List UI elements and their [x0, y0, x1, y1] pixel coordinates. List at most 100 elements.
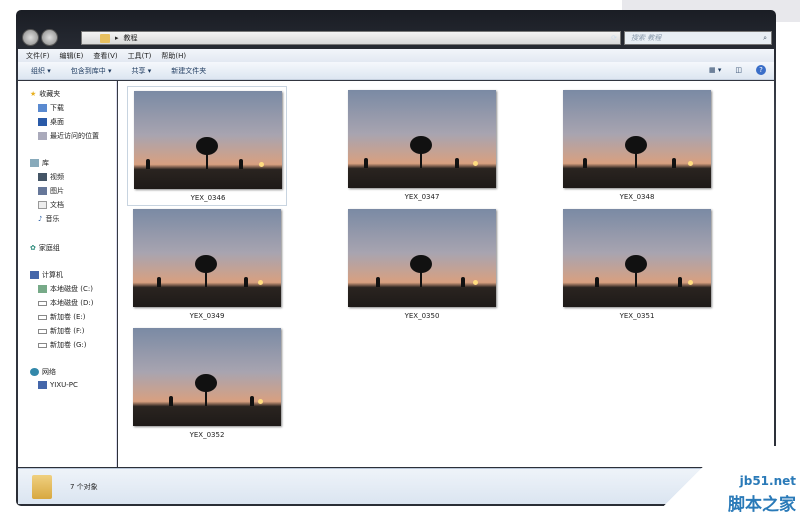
nav-computer[interactable]: 计算机: [30, 270, 63, 280]
address-bar[interactable]: ▸ 教程: [81, 31, 621, 45]
image-thumbnail: [563, 209, 711, 307]
label: 家庭组: [38, 244, 60, 252]
nav-drive-f[interactable]: 新加卷 (F:): [38, 326, 85, 336]
refresh-button[interactable]: ⟳: [606, 31, 622, 45]
nav-network[interactable]: 网络: [30, 367, 56, 377]
file-name: YEX_0349: [189, 312, 225, 320]
chevron-right-icon: ▸: [115, 34, 119, 42]
share-button[interactable]: 共享 ▾: [132, 66, 152, 76]
menu-edit[interactable]: 编辑(E): [60, 51, 84, 61]
preview-pane-icon[interactable]: ◫: [735, 66, 742, 74]
file-item[interactable]: YEX_0348: [557, 86, 717, 206]
new-folder-button[interactable]: 新建文件夹: [171, 66, 206, 76]
nav-drive-g[interactable]: 新加卷 (G:): [38, 340, 86, 350]
file-item[interactable]: YEX_0350: [342, 205, 502, 325]
label: 网络: [42, 368, 56, 376]
nav-music[interactable]: ♪ 音乐: [38, 214, 59, 224]
runner: [250, 396, 254, 406]
runner: [678, 277, 682, 287]
nav-recent[interactable]: 最近访问的位置: [38, 131, 99, 141]
pictures-icon: [38, 187, 47, 195]
file-name: YEX_0351: [619, 312, 655, 320]
nav-desktop[interactable]: 桌面: [38, 117, 64, 127]
label: 新加卷 (E:): [50, 313, 86, 321]
file-item[interactable]: YEX_0347: [342, 86, 502, 206]
nav-pc[interactable]: YIXU-PC: [38, 381, 78, 389]
tree-trunk: [205, 269, 207, 287]
back-button[interactable]: [22, 29, 39, 46]
sun: [259, 162, 264, 167]
sun: [473, 161, 478, 166]
label: 库: [42, 159, 49, 167]
file-name: YEX_0352: [189, 431, 225, 439]
tree-trunk: [420, 269, 422, 287]
label: 文档: [50, 201, 64, 209]
file-item[interactable]: YEX_0352: [127, 324, 287, 444]
include-in-library-button[interactable]: 包含到库中 ▾: [71, 66, 112, 76]
nav-homegroup[interactable]: ✿ 家庭组: [30, 243, 60, 253]
view-options-icon[interactable]: ▦ ▾: [709, 66, 721, 74]
file-name: YEX_0350: [404, 312, 440, 320]
label: 新加卷 (F:): [50, 327, 85, 335]
file-name: YEX_0347: [404, 193, 440, 201]
file-list: YEX_0346 YEX_0347 YEX_0348 YEX_0349 YEX_0350…: [118, 81, 774, 467]
label: 视频: [50, 173, 64, 181]
nav-favorites[interactable]: ★ 收藏夹: [30, 89, 60, 99]
tree-trunk: [206, 151, 208, 169]
file-item[interactable]: YEX_0346: [127, 86, 287, 206]
tree-trunk: [635, 269, 637, 287]
search-icon[interactable]: ⌕: [763, 32, 767, 44]
image-thumbnail: [563, 90, 711, 188]
drive-icon: [38, 328, 47, 334]
image-thumbnail: [348, 90, 496, 188]
computer-icon: [30, 271, 39, 279]
sun: [473, 280, 478, 285]
image-thumbnail: [133, 209, 281, 307]
nav-downloads[interactable]: 下载: [38, 103, 64, 113]
sun: [688, 161, 693, 166]
file-item[interactable]: YEX_0351: [557, 205, 717, 325]
label: 最近访问的位置: [50, 132, 99, 140]
folder-icon: [32, 474, 52, 499]
runner: [461, 277, 465, 287]
label: 新加卷 (G:): [50, 341, 87, 349]
file-name: YEX_0348: [619, 193, 655, 201]
organize-button[interactable]: 组织 ▾: [31, 66, 51, 76]
nav-videos[interactable]: 视频: [38, 172, 64, 182]
documents-icon: [38, 201, 47, 209]
runner: [455, 158, 459, 168]
sun: [258, 280, 263, 285]
nav-documents[interactable]: 文档: [38, 200, 64, 210]
label: 下载: [50, 104, 64, 112]
drive-icon: [38, 285, 47, 293]
watermark-site: jb51.net: [739, 474, 796, 488]
menu-file[interactable]: 文件(F): [26, 51, 50, 61]
runner: [595, 277, 599, 287]
menu-view[interactable]: 查看(V): [93, 51, 117, 61]
nav-drive-e[interactable]: 新加卷 (E:): [38, 312, 85, 322]
music-icon: ♪: [38, 215, 43, 223]
label: 桌面: [50, 118, 64, 126]
runner: [376, 277, 380, 287]
menu-help[interactable]: 帮助(H): [161, 51, 186, 61]
forward-button[interactable]: [41, 29, 58, 46]
recent-places-icon: [38, 132, 47, 140]
label: YIXU-PC: [50, 381, 78, 389]
file-item[interactable]: YEX_0349: [127, 205, 287, 325]
homegroup-icon: ✿: [30, 244, 36, 252]
nav-pictures[interactable]: 图片: [38, 186, 64, 196]
nav-drive-d[interactable]: 本地磁盘 (D:): [38, 298, 93, 308]
downloads-icon: [38, 104, 47, 112]
nav-drive-c[interactable]: 本地磁盘 (C:): [38, 284, 93, 294]
nav-libraries[interactable]: 库: [30, 158, 49, 168]
sun: [258, 399, 263, 404]
help-icon[interactable]: ?: [756, 65, 766, 75]
image-thumbnail: [133, 328, 281, 426]
item-count: 7 个对象: [70, 482, 98, 491]
computer-icon: [38, 381, 47, 389]
library-icon: [30, 159, 39, 167]
runner: [146, 159, 150, 169]
menu-tools[interactable]: 工具(T): [128, 51, 152, 61]
runner: [239, 159, 243, 169]
search-input[interactable]: 搜索 教程 ⌕: [624, 31, 772, 45]
